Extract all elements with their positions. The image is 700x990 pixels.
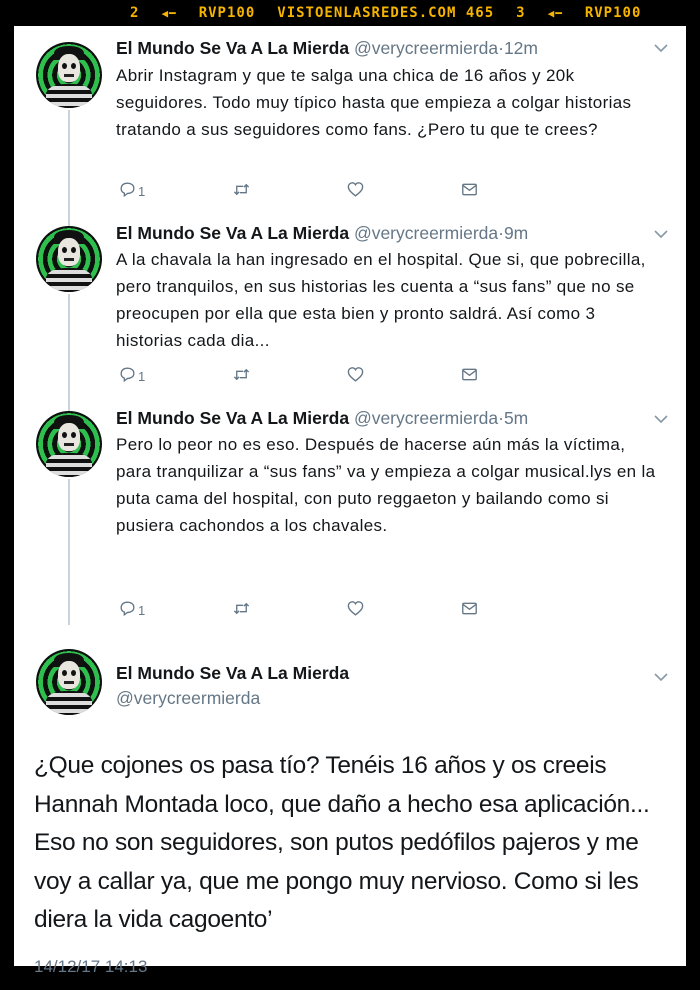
tweet[interactable]: El Mundo Se Va A La Mierda @verycreermie… xyxy=(14,397,686,627)
avatar[interactable] xyxy=(36,226,102,292)
tweet-time[interactable]: 12m xyxy=(504,38,538,58)
main-tweet[interactable]: El Mundo Se Va A La Mierda @verycreermie… xyxy=(14,627,686,976)
tweet-timestamp[interactable]: 14/12/17 14:13 xyxy=(34,957,147,977)
user-handle[interactable]: @verycreermierda xyxy=(354,408,498,428)
tweet-header: El Mundo Se Va A La Mierda @verycreermie… xyxy=(116,408,529,428)
tweet-text: Pero lo peor no es eso. Después de hacer… xyxy=(116,435,656,535)
reply-button[interactable]: 1 xyxy=(118,365,145,384)
display-name[interactable]: El Mundo Se Va A La Mierda xyxy=(116,408,349,428)
avatar[interactable] xyxy=(36,649,102,715)
speaker-icon: ◀━ xyxy=(547,6,563,20)
tweet-thread-card: El Mundo Se Va A La Mierda @verycreermie… xyxy=(14,26,686,976)
direct-message-button[interactable] xyxy=(460,180,479,199)
user-handle[interactable]: @verycreermierda xyxy=(354,223,498,243)
like-button[interactable] xyxy=(346,599,365,618)
tweet-time[interactable]: 9m xyxy=(504,223,528,243)
heart-icon xyxy=(347,182,364,197)
news-ticker: 2 ◀━ RVP100 VISTOENLASREDES.COM 465 3 ◀━… xyxy=(90,0,690,26)
retweet-button[interactable] xyxy=(232,599,251,618)
ticker-number-2: 3 xyxy=(516,5,526,21)
avatar[interactable] xyxy=(36,411,102,477)
tweet-header: El Mundo Se Va A La Mierda @verycreermie… xyxy=(116,38,538,58)
ticker-site: VISTOENLASREDES.COM 465 xyxy=(277,5,495,21)
heart-icon xyxy=(347,367,364,382)
tweet-text: Abrir Instagram y que te salga una chica… xyxy=(116,66,632,139)
retweet-button[interactable] xyxy=(232,365,251,384)
user-handle[interactable]: @verycreermierda xyxy=(116,688,260,709)
tweet-time[interactable]: 5m xyxy=(504,408,528,428)
retweet-icon xyxy=(233,602,250,615)
tweet-text: ¿Que cojones os pasa tío? Tenéis 16 años… xyxy=(34,752,650,933)
chevron-down-icon[interactable] xyxy=(654,411,668,429)
direct-message-button[interactable] xyxy=(460,365,479,384)
like-button[interactable] xyxy=(346,365,365,384)
reply-button[interactable]: 1 xyxy=(118,599,145,618)
retweet-icon xyxy=(233,368,250,381)
reply-count: 1 xyxy=(138,603,146,618)
user-handle[interactable]: @verycreermierda xyxy=(354,38,498,58)
chevron-down-icon[interactable] xyxy=(654,40,668,58)
reply-icon xyxy=(120,601,135,617)
envelope-icon xyxy=(462,183,477,196)
direct-message-button[interactable] xyxy=(460,599,479,618)
reply-button[interactable]: 1 xyxy=(118,180,145,199)
reply-icon xyxy=(120,367,135,383)
envelope-icon xyxy=(462,602,477,615)
reply-count: 1 xyxy=(138,184,146,199)
ticker-label-1: RVP100 xyxy=(198,5,256,21)
tweet-text: A la chavala la han ingresado en el hosp… xyxy=(116,250,646,350)
display-name[interactable]: El Mundo Se Va A La Mierda xyxy=(116,223,349,243)
envelope-icon xyxy=(462,368,477,381)
tweet[interactable]: El Mundo Se Va A La Mierda @verycreermie… xyxy=(14,212,686,397)
ticker-label-2: RVP100 xyxy=(584,5,642,21)
reply-icon xyxy=(120,182,135,198)
retweet-button[interactable] xyxy=(232,180,251,199)
display-name[interactable]: El Mundo Se Va A La Mierda xyxy=(116,663,349,684)
reply-count: 1 xyxy=(138,369,146,384)
chevron-down-icon[interactable] xyxy=(654,226,668,244)
display-name[interactable]: El Mundo Se Va A La Mierda xyxy=(116,38,349,58)
tweet[interactable]: El Mundo Se Va A La Mierda @verycreermie… xyxy=(14,26,686,212)
chevron-down-icon[interactable] xyxy=(654,669,668,687)
like-button[interactable] xyxy=(346,180,365,199)
ticker-number-1: 2 xyxy=(130,5,140,21)
speaker-icon: ◀━ xyxy=(161,6,177,20)
tweet-header: El Mundo Se Va A La Mierda @verycreermie… xyxy=(116,223,529,243)
retweet-icon xyxy=(233,183,250,196)
heart-icon xyxy=(347,601,364,616)
avatar[interactable] xyxy=(36,42,102,108)
